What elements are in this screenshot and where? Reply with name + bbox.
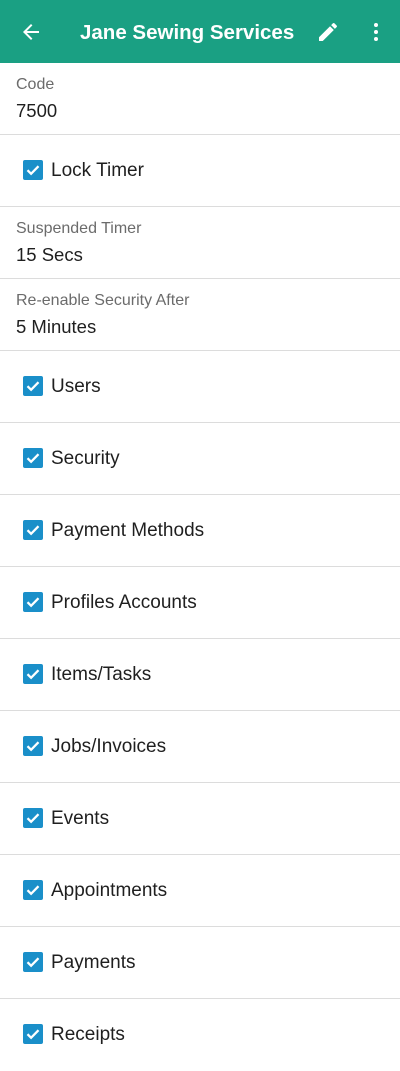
code-field[interactable]: Code 7500	[0, 63, 400, 135]
permission-label: Payment Methods	[51, 520, 205, 541]
checkmark-icon	[26, 741, 40, 752]
checkmark-icon	[26, 381, 40, 392]
checkmark-icon	[26, 165, 40, 176]
checkmark-icon	[26, 669, 40, 680]
checkmark-icon	[26, 597, 40, 608]
lock-timer-label: Lock Timer	[51, 160, 144, 181]
permission-row-users[interactable]: Users	[0, 351, 400, 423]
arrow-back-icon[interactable]	[19, 20, 43, 44]
permission-row-appointments[interactable]: Appointments	[0, 855, 400, 927]
permission-label: Users	[51, 376, 101, 397]
checkmark-icon	[26, 885, 40, 896]
permission-label: Security	[51, 448, 120, 469]
items-tasks-checkbox[interactable]	[23, 664, 43, 684]
permission-row-events[interactable]: Events	[0, 783, 400, 855]
appointments-checkbox[interactable]	[23, 880, 43, 900]
receipts-checkbox[interactable]	[23, 1024, 43, 1044]
checkmark-icon	[26, 525, 40, 536]
suspended-timer-label: Suspended Timer	[16, 220, 142, 237]
payment-methods-checkbox[interactable]	[23, 520, 43, 540]
permission-label: Appointments	[51, 880, 168, 901]
permission-label: Receipts	[51, 1024, 125, 1045]
users-checkbox[interactable]	[23, 376, 43, 396]
app-bar: Jane Sewing Services	[0, 0, 400, 63]
lock-timer-row[interactable]: Lock Timer	[0, 135, 400, 207]
permission-label: Payments	[51, 952, 136, 973]
security-checkbox[interactable]	[23, 448, 43, 468]
permission-row-items-tasks[interactable]: Items/Tasks	[0, 639, 400, 711]
permission-row-security[interactable]: Security	[0, 423, 400, 495]
permission-row-profiles-accounts[interactable]: Profiles Accounts	[0, 567, 400, 639]
checkmark-icon	[26, 453, 40, 464]
lock-timer-checkbox[interactable]	[23, 160, 43, 180]
checkmark-icon	[26, 813, 40, 824]
payments-checkbox[interactable]	[23, 952, 43, 972]
suspended-timer-field[interactable]: Suspended Timer 15 Secs	[0, 207, 400, 279]
profiles-accounts-checkbox[interactable]	[23, 592, 43, 612]
checkmark-icon	[26, 1029, 40, 1040]
permission-label: Events	[51, 808, 110, 829]
permission-row-jobs-invoices[interactable]: Jobs/Invoices	[0, 711, 400, 783]
checkmark-icon	[26, 957, 40, 968]
reenable-security-label: Re-enable Security After	[16, 292, 190, 309]
pencil-edit-icon[interactable]	[316, 20, 340, 44]
code-value: 7500	[16, 100, 58, 121]
permission-label: Items/Tasks	[51, 664, 152, 685]
permission-row-payments[interactable]: Payments	[0, 927, 400, 999]
more-vert-icon[interactable]	[364, 20, 388, 44]
page-title: Jane Sewing Services	[80, 21, 295, 44]
permission-row-receipts[interactable]: Receipts	[0, 999, 400, 1071]
jobs-invoices-checkbox[interactable]	[23, 736, 43, 756]
permission-label: Jobs/Invoices	[51, 736, 167, 757]
permission-label: Profiles Accounts	[51, 592, 197, 613]
reenable-security-field[interactable]: Re-enable Security After 5 Minutes	[0, 279, 400, 351]
code-label: Code	[16, 76, 55, 93]
permission-row-payment-methods[interactable]: Payment Methods	[0, 495, 400, 567]
suspended-timer-value: 15 Secs	[16, 244, 83, 265]
reenable-security-value: 5 Minutes	[16, 316, 97, 337]
events-checkbox[interactable]	[23, 808, 43, 828]
permissions-list: Users Security Payment Methods Profiles …	[0, 351, 400, 1071]
